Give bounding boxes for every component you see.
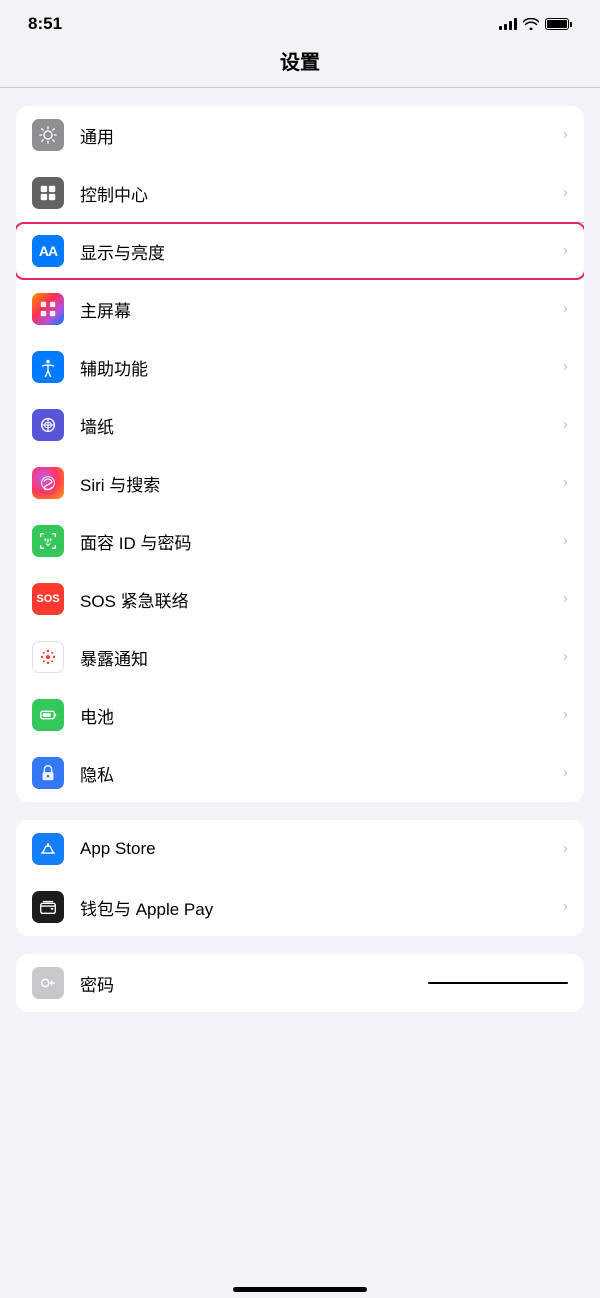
exposure-chevron: › — [563, 648, 568, 666]
accessibility-label: 辅助功能 — [80, 355, 563, 380]
settings-row-exposure[interactable]: 暴露通知 › — [16, 628, 584, 686]
wallet-icon — [32, 891, 64, 923]
wallet-chevron: › — [563, 898, 568, 916]
settings-row-accessibility[interactable]: 辅助功能 › — [16, 338, 584, 396]
control-center-chevron: › — [563, 184, 568, 202]
exposure-icon — [32, 641, 64, 673]
settings-row-wallpaper[interactable]: 墙纸 › — [16, 396, 584, 454]
status-icons — [499, 18, 572, 30]
wallpaper-chevron: › — [563, 416, 568, 434]
settings-row-home-screen[interactable]: 主屏幕 › — [16, 280, 584, 338]
siri-icon — [32, 467, 64, 499]
passwords-icon — [32, 967, 64, 999]
settings-row-sos[interactable]: SOS SOS 紧急联络 › — [16, 570, 584, 628]
privacy-chevron: › — [563, 764, 568, 782]
settings-row-passwords[interactable]: 密码 — [16, 954, 584, 1012]
settings-row-display[interactable]: AA 显示与亮度 › — [16, 222, 584, 280]
privacy-label: 隐私 — [80, 761, 563, 786]
siri-chevron: › — [563, 474, 568, 492]
settings-section-apps: App Store › 钱包与 Apple Pay › — [16, 820, 584, 936]
settings-row-control-center[interactable]: 控制中心 › — [16, 164, 584, 222]
appstore-chevron: › — [563, 840, 568, 858]
display-chevron: › — [563, 242, 568, 260]
faceid-label: 面容 ID 与密码 — [80, 529, 563, 554]
wallpaper-icon — [32, 409, 64, 441]
control-center-label: 控制中心 — [80, 181, 563, 206]
wallpaper-label: 墙纸 — [80, 413, 563, 438]
settings-row-wallet[interactable]: 钱包与 Apple Pay › — [16, 878, 584, 936]
status-bar: 8:51 — [0, 0, 600, 42]
appstore-label: App Store — [80, 839, 563, 859]
status-time: 8:51 — [28, 14, 62, 34]
display-icon: AA — [32, 235, 64, 267]
home-bar — [233, 1287, 367, 1292]
control-center-icon — [32, 177, 64, 209]
battery-status-icon — [545, 18, 572, 30]
accessibility-icon — [32, 351, 64, 383]
home-screen-chevron: › — [563, 300, 568, 318]
home-screen-icon — [32, 293, 64, 325]
battery-label: 电池 — [80, 703, 563, 728]
battery-icon — [32, 699, 64, 731]
general-icon — [32, 119, 64, 151]
wallet-label: 钱包与 Apple Pay — [80, 895, 563, 920]
settings-section-main: 通用 › 控制中心 › AA 显示与亮度 › — [16, 106, 584, 802]
settings-row-faceid[interactable]: 面容 ID 与密码 › — [16, 512, 584, 570]
exposure-label: 暴露通知 — [80, 645, 563, 670]
settings-row-appstore[interactable]: App Store › — [16, 820, 584, 878]
battery-chevron: › — [563, 706, 568, 724]
signal-icon — [499, 18, 517, 30]
appstore-icon — [32, 833, 64, 865]
siri-label: Siri 与搜索 — [80, 471, 563, 496]
page-title-bar: 设置 — [0, 42, 600, 87]
general-label: 通用 — [80, 123, 563, 148]
sos-icon: SOS — [32, 583, 64, 615]
page-title: 设置 — [280, 52, 320, 74]
sos-chevron: › — [563, 590, 568, 608]
settings-row-battery[interactable]: 电池 › — [16, 686, 584, 744]
settings-section-passwords: 密码 — [16, 954, 584, 1012]
settings-row-siri[interactable]: Siri 与搜索 › — [16, 454, 584, 512]
wifi-icon — [523, 18, 539, 30]
display-label: 显示与亮度 — [80, 239, 563, 264]
sos-label: SOS 紧急联络 — [80, 587, 563, 612]
faceid-chevron: › — [563, 532, 568, 550]
home-indicator — [0, 1279, 600, 1298]
passwords-label: 密码 — [80, 971, 428, 996]
settings-row-general[interactable]: 通用 › — [16, 106, 584, 164]
top-divider — [0, 87, 600, 88]
faceid-icon — [32, 525, 64, 557]
accessibility-chevron: › — [563, 358, 568, 376]
settings-row-privacy[interactable]: 隐私 › — [16, 744, 584, 802]
general-chevron: › — [563, 126, 568, 144]
home-screen-label: 主屏幕 — [80, 297, 563, 322]
privacy-icon — [32, 757, 64, 789]
